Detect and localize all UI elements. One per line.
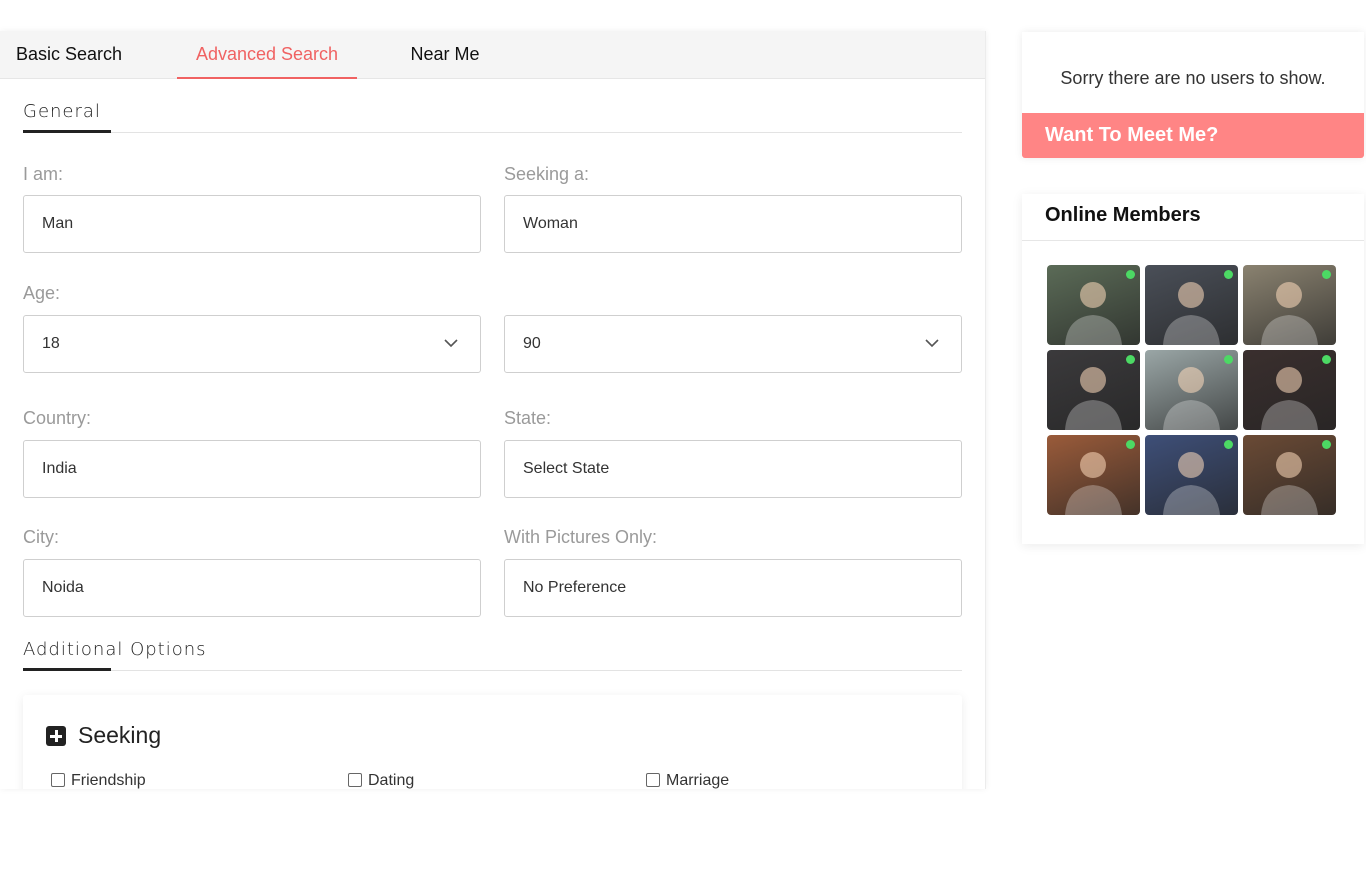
checkbox-dating[interactable]: Dating: [348, 771, 414, 789]
section-divider: [23, 132, 962, 133]
search-panel: Basic Search Advanced Search Near Me Gen…: [0, 31, 986, 789]
age-min-value: 18: [42, 335, 60, 352]
state-select[interactable]: Select State: [504, 440, 962, 498]
checkbox-label: Marriage: [666, 772, 730, 789]
meet-me-card: Sorry there are no users to show. Want T…: [1022, 32, 1364, 158]
plus-square-icon[interactable]: [46, 726, 66, 746]
tab-advanced-search[interactable]: Advanced Search: [177, 31, 357, 79]
checkbox-label: Friendship: [71, 772, 146, 789]
checkbox-friendship[interactable]: Friendship: [51, 771, 146, 789]
checkbox-icon[interactable]: [51, 773, 65, 787]
member-avatar[interactable]: [1145, 350, 1238, 430]
online-status-icon: [1126, 270, 1135, 279]
tab-near-me[interactable]: Near Me: [404, 31, 486, 79]
chevron-down-icon: [444, 339, 458, 348]
member-avatar[interactable]: [1145, 435, 1238, 515]
pictures-label: With Pictures Only:: [504, 527, 658, 547]
checkbox-label: Dating: [368, 772, 415, 789]
section-underline: [23, 130, 111, 133]
member-avatar[interactable]: [1047, 265, 1140, 345]
country-label: Country:: [23, 408, 92, 428]
section-underline: [23, 668, 111, 671]
iam-select[interactable]: Man: [23, 195, 481, 253]
seeking-select[interactable]: Woman: [504, 195, 962, 253]
member-avatar[interactable]: [1243, 435, 1336, 515]
online-members-card: Online Members: [1022, 194, 1364, 544]
member-avatar[interactable]: [1243, 265, 1336, 345]
card-divider: [1022, 240, 1364, 241]
checkbox-marriage[interactable]: Marriage: [646, 771, 729, 789]
section-divider: [23, 670, 962, 671]
no-users-message: Sorry there are no users to show.: [1060, 68, 1326, 88]
city-input[interactable]: Noida: [23, 559, 481, 617]
search-tabs: Basic Search Advanced Search Near Me: [0, 31, 985, 79]
pictures-select[interactable]: No Preference: [504, 559, 962, 617]
online-status-icon: [1322, 270, 1331, 279]
iam-label: I am:: [23, 164, 64, 184]
section-title-additional: Additional Options: [23, 639, 207, 660]
online-status-icon: [1224, 270, 1233, 279]
member-avatar[interactable]: [1047, 435, 1140, 515]
online-members-title: Online Members: [1045, 204, 1201, 226]
online-status-icon: [1126, 355, 1135, 364]
online-status-icon: [1322, 355, 1331, 364]
age-max-value: 90: [523, 335, 541, 352]
online-status-icon: [1224, 355, 1233, 364]
tab-basic-search[interactable]: Basic Search: [16, 31, 126, 79]
checkbox-icon[interactable]: [646, 773, 660, 787]
member-avatar[interactable]: [1243, 350, 1336, 430]
seeking-card: Seeking Friendship Dating Marriage: [23, 695, 962, 789]
want-to-meet-me-button[interactable]: Want To Meet Me?: [1022, 113, 1364, 158]
online-status-icon: [1224, 440, 1233, 449]
country-select[interactable]: India: [23, 440, 481, 498]
seeking-title: Seeking: [78, 722, 162, 748]
online-status-icon: [1322, 440, 1331, 449]
chevron-down-icon: [925, 339, 939, 348]
seeking-label: Seeking a:: [504, 164, 590, 184]
member-avatar[interactable]: [1047, 350, 1140, 430]
online-status-icon: [1126, 440, 1135, 449]
age-min-select[interactable]: 18: [23, 315, 481, 373]
city-label: City:: [23, 527, 59, 547]
member-avatar[interactable]: [1145, 265, 1238, 345]
checkbox-icon[interactable]: [348, 773, 362, 787]
top-strip: [0, 0, 1366, 30]
age-label: Age:: [23, 283, 61, 303]
state-label: State:: [504, 408, 552, 428]
section-title-general: General: [23, 101, 101, 122]
age-max-select[interactable]: 90: [504, 315, 962, 373]
